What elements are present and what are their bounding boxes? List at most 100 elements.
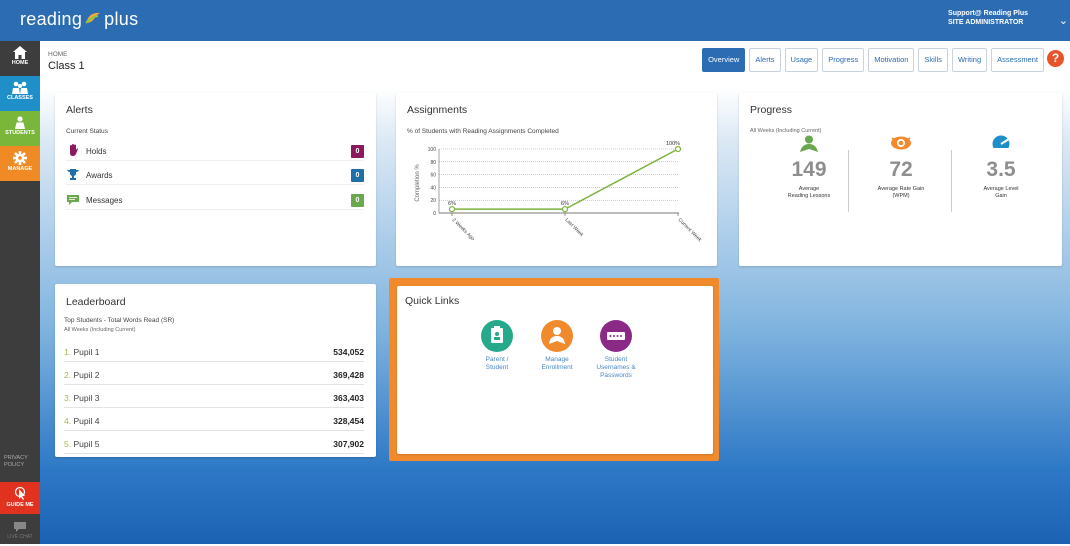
help-button[interactable]: ? (1047, 50, 1064, 67)
stat-value: 72 (889, 158, 913, 181)
stat-label: Average Level (983, 186, 1019, 192)
sidebar-item-label: MANAGE (7, 166, 33, 172)
sidebar-item-manage[interactable]: MANAGE (0, 146, 40, 181)
words-read: 369,428 (333, 369, 364, 380)
rank: 2. (64, 369, 72, 380)
stat-label: Average Rate Gain (877, 186, 925, 192)
sidebar-item-students[interactable]: STUDENTS (0, 111, 40, 146)
chart-point (448, 206, 456, 213)
table-row[interactable]: 1. Pupil 1 534,052 (64, 342, 364, 362)
quick-link-student-usernames-passwords[interactable]: Student Usernames & Passwords (586, 320, 646, 380)
hand-icon (66, 143, 80, 161)
breadcrumb[interactable]: HOME (48, 51, 68, 58)
rank: 5. (64, 438, 72, 449)
alert-row-messages[interactable]: Messages 0 (66, 192, 364, 210)
password-icon (607, 332, 625, 340)
tab-skills[interactable]: Skills (918, 48, 948, 72)
rank: 1. (64, 346, 72, 357)
pupil-name: Pupil 2 (73, 369, 100, 380)
alert-row-awards[interactable]: Awards 0 (66, 167, 364, 185)
progress-card: Progress All Weeks (Including Current) 1… (739, 93, 1062, 266)
quick-link-label: Student (485, 364, 509, 371)
privacy-line: PRIVACY (4, 455, 28, 461)
pointer-icon (14, 486, 26, 500)
students-icon (15, 116, 25, 129)
leaderboard-subtitle: Top Students - Total Words Read (SR) (64, 317, 175, 324)
page-title: Class 1 (48, 60, 85, 72)
alert-row-holds[interactable]: Holds 0 (66, 143, 364, 161)
guide-me-label: GUIDE ME (6, 502, 34, 508)
holds-count-badge: 0 (351, 145, 364, 158)
logo-text-left: reading (20, 9, 83, 29)
enrollment-icon (549, 327, 565, 344)
stat-label: Average (798, 186, 820, 192)
tab-usage[interactable]: Usage (784, 48, 819, 72)
stat-label: Reading Lessons (787, 193, 831, 199)
assignments-card: Assignments % of Students with Reading A… (396, 93, 717, 266)
tab-progress[interactable]: Progress (822, 48, 865, 72)
chart-x-tick-label: 2 Weeks Ago (451, 217, 476, 242)
quick-link-manage-enrollment[interactable]: Manage Enrollment (527, 320, 587, 372)
quick-link-label: Enrollment (541, 364, 573, 371)
chat-bubble-icon (14, 522, 26, 532)
tab-motivation[interactable]: Motivation (868, 48, 915, 72)
chart-y-tick-label: 40 (430, 185, 436, 191)
home-icon (13, 46, 27, 59)
live-chat-button[interactable]: LIVE CHAT (0, 518, 40, 546)
awards-count-badge: 0 (351, 169, 364, 182)
chart-data-label: 100% (666, 141, 680, 147)
classes-icon (12, 81, 28, 94)
privacy-policy-link[interactable]: PRIVACY POLICY (4, 455, 28, 469)
words-read: 307,902 (333, 438, 364, 449)
tab-overview[interactable]: Overview (702, 48, 746, 72)
chart-y-tick-label: 100 (428, 147, 437, 153)
user-role: SITE ADMINISTRATOR (948, 19, 1024, 26)
sidebar: HOME CLASSES STUDENTS MANAGE PRIVACY POL… (0, 41, 40, 544)
alert-label: Messages (86, 196, 123, 205)
tab-alerts[interactable]: Alerts (749, 48, 781, 72)
chart-data-label: 6% (561, 201, 569, 207)
alert-label: Awards (86, 171, 113, 180)
trophy-icon (66, 167, 80, 185)
sidebar-item-home[interactable]: HOME (0, 41, 40, 76)
reader-icon (800, 135, 818, 152)
quick-links-title: Quick Links (405, 295, 460, 307)
guide-me-button[interactable]: GUIDE ME (0, 482, 40, 514)
quick-link-label: Parent / (485, 356, 509, 363)
chart-x-tick-label: Last Week (564, 217, 585, 238)
tab-writing[interactable]: Writing (951, 48, 988, 72)
chart-data-label: 6% (448, 201, 456, 207)
tab-assessment[interactable]: Assessment (991, 48, 1044, 72)
logo-text-right: plus (104, 9, 139, 29)
reading-plus-logo[interactable]: reading plus (20, 9, 138, 30)
eye-icon (891, 136, 911, 150)
sidebar-item-label: STUDENTS (5, 130, 35, 136)
messages-count-badge: 0 (351, 194, 364, 207)
leaderboard-subtitle-period: All Weeks (Including Current) (64, 327, 136, 333)
sidebar-item-label: CLASSES (7, 95, 33, 101)
stat-divider (848, 150, 849, 212)
stat-level-gain: 3.5 Average Level Gain (951, 135, 1051, 200)
chevron-down-icon[interactable]: ⌄ (1059, 14, 1068, 27)
words-read: 328,454 (333, 415, 364, 426)
table-row[interactable]: 4. Pupil 4 328,454 (64, 411, 364, 431)
privacy-line: POLICY (4, 462, 25, 468)
logo-leaf-icon (85, 9, 101, 30)
words-read: 363,403 (333, 392, 364, 403)
live-chat-label: LIVE CHAT (7, 534, 33, 540)
stat-rate-gain: 72 Average Rate Gain (WPM) (851, 135, 951, 200)
pupil-name: Pupil 4 (73, 415, 100, 426)
table-row[interactable]: 2. Pupil 2 369,428 (64, 365, 364, 385)
quick-link-parent-student[interactable]: Parent / Student (467, 320, 527, 372)
sidebar-item-classes[interactable]: CLASSES (0, 76, 40, 111)
stat-value: 149 (791, 158, 827, 181)
progress-subtitle: All Weeks (Including Current) (750, 128, 822, 134)
quick-link-label: Passwords (600, 372, 632, 379)
table-row[interactable]: 3. Pupil 3 363,403 (64, 388, 364, 408)
table-row[interactable]: 5. Pupil 5 307,902 (64, 434, 364, 454)
user-menu[interactable]: Support@ Reading Plus SITE ADMINISTRATOR (948, 9, 1028, 27)
chart-x-tick-label: Current Week (677, 217, 703, 243)
stat-value: 3.5 (986, 158, 1016, 181)
tab-bar: Overview Alerts Usage Progress Motivatio… (702, 48, 1044, 72)
quick-link-label: Manage (545, 356, 569, 363)
